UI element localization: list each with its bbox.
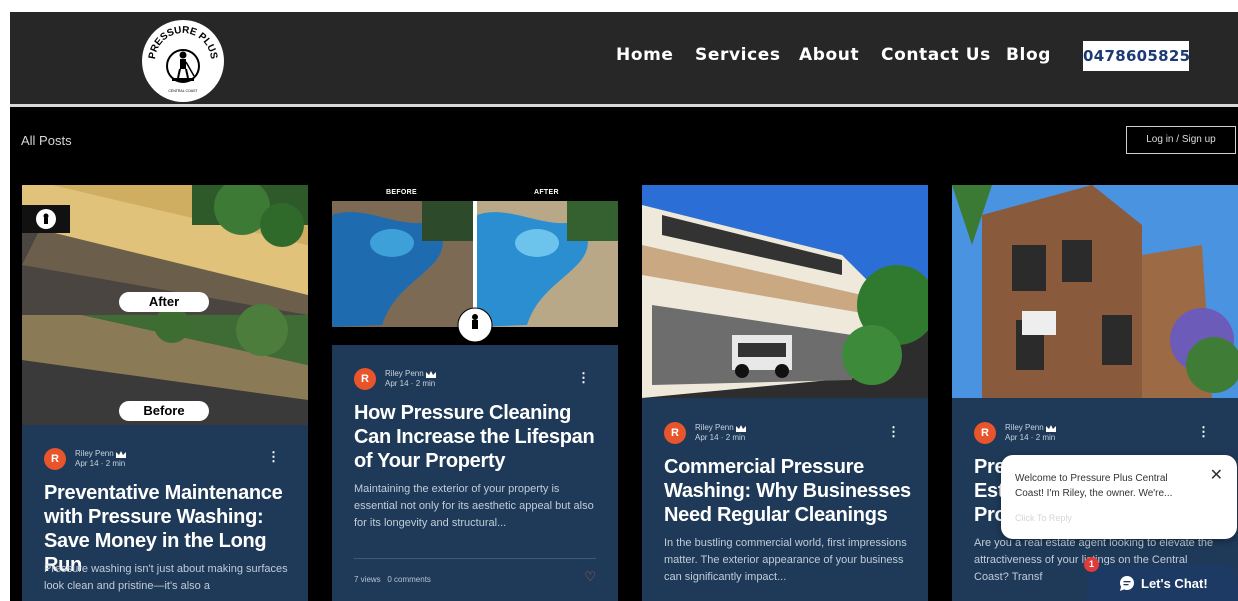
- before-label: BEFORE: [386, 189, 417, 196]
- nav-about-link[interactable]: About: [799, 45, 859, 65]
- author-avatar[interactable]: R: [354, 368, 376, 390]
- site-header: PRESSURE PLUS CENTRAL COAST Home Service…: [10, 12, 1238, 107]
- lets-chat-button[interactable]: Let's Chat!: [1087, 565, 1238, 601]
- more-options-icon[interactable]: ⋮: [267, 450, 280, 463]
- crown-icon: [1045, 424, 1056, 432]
- logo-text-bottom: CENTRAL COAST: [168, 89, 198, 93]
- chat-bubble-icon: [1120, 576, 1134, 591]
- post-excerpt[interactable]: In the bustling commercial world, first …: [664, 535, 912, 586]
- post-excerpt[interactable]: Pressure washing isn't just about making…: [44, 561, 292, 595]
- post-image[interactable]: After Before: [22, 185, 308, 425]
- chat-welcome-popup[interactable]: Welcome to Pressure Plus Central Coast! …: [1001, 455, 1237, 539]
- post-date: Apr 14: [695, 433, 719, 442]
- post-date: Apr 14: [385, 379, 409, 388]
- site-logo[interactable]: PRESSURE PLUS CENTRAL COAST: [142, 20, 224, 102]
- post-excerpt[interactable]: Maintaining the exterior of your propert…: [354, 481, 602, 532]
- like-heart-icon[interactable]: ♡: [584, 569, 596, 585]
- more-options-icon[interactable]: ⋮: [1197, 425, 1210, 438]
- nav-services-link[interactable]: Services: [695, 45, 781, 65]
- nav-contact-link[interactable]: Contact Us: [881, 45, 991, 65]
- post-meta: R Riley Penn Apr 14 · 2 min: [44, 448, 126, 470]
- author-avatar[interactable]: R: [974, 422, 996, 444]
- post-stats: 7 views 0 comments: [354, 575, 431, 584]
- crown-icon: [735, 424, 746, 432]
- more-options-icon[interactable]: ⋮: [887, 425, 900, 438]
- read-time: 2 min: [1035, 433, 1056, 442]
- post-card[interactable]: BEFORE AFTER R Riley Penn Apr 14 · 2 min…: [332, 185, 618, 601]
- post-card[interactable]: R Riley Penn Apr 14 · 2 min ⋮ Commercial…: [642, 185, 928, 601]
- phone-number-button[interactable]: 0478605825: [1083, 41, 1190, 71]
- site-frame: PRESSURE PLUS CENTRAL COAST Home Service…: [10, 12, 1238, 601]
- post-date: Apr 14: [75, 459, 99, 468]
- author-name[interactable]: Riley Penn: [695, 423, 734, 433]
- all-posts-label[interactable]: All Posts: [21, 133, 72, 148]
- view-count: 7 views: [354, 575, 381, 584]
- read-time: 2 min: [725, 433, 746, 442]
- after-label: After: [119, 292, 209, 312]
- nav-home-link[interactable]: Home: [616, 45, 674, 65]
- post-date: Apr 14: [1005, 433, 1029, 442]
- crown-icon: [425, 370, 436, 378]
- post-title[interactable]: How Pressure Cleaning Can Increase the L…: [354, 401, 604, 473]
- nav-item-contact-us[interactable]: Contact Us: [881, 45, 991, 65]
- author-name[interactable]: Riley Penn: [385, 369, 424, 379]
- nav-item-services[interactable]: Services: [695, 45, 781, 65]
- author-name[interactable]: Riley Penn: [1005, 423, 1044, 433]
- post-meta: R Riley Penn Apr 14 · 2 min: [664, 422, 746, 444]
- lets-chat-label[interactable]: Let's Chat!: [1141, 576, 1208, 591]
- crown-icon: [115, 450, 126, 458]
- chat-reply-hint[interactable]: Click To Reply: [1015, 513, 1072, 523]
- post-meta: R Riley Penn Apr 14 · 2 min: [354, 368, 436, 390]
- post-image[interactable]: [952, 185, 1238, 398]
- read-time: 2 min: [415, 379, 436, 388]
- post-meta: R Riley Penn Apr 14 · 2 min: [974, 422, 1056, 444]
- post-image[interactable]: [642, 185, 928, 398]
- read-time: 2 min: [105, 459, 126, 468]
- author-avatar[interactable]: R: [664, 422, 686, 444]
- nav-blog-link[interactable]: Blog: [1006, 45, 1051, 65]
- author-name[interactable]: Riley Penn: [75, 449, 114, 459]
- nav-item-blog[interactable]: Blog: [1006, 45, 1051, 65]
- nav-item-about[interactable]: About: [799, 45, 859, 65]
- login-signup-button[interactable]: Log in / Sign up: [1126, 126, 1236, 154]
- more-options-icon[interactable]: ⋮: [577, 371, 590, 384]
- author-avatar[interactable]: R: [44, 448, 66, 470]
- post-card[interactable]: After Before R Riley Penn Apr 14 · 2 min…: [22, 185, 308, 601]
- chat-notification-badge: 1: [1084, 557, 1099, 572]
- chat-welcome-message[interactable]: Welcome to Pressure Plus Central Coast! …: [1015, 471, 1195, 501]
- nav-item-home[interactable]: Home: [616, 45, 674, 65]
- close-icon[interactable]: ✕: [1210, 465, 1223, 485]
- post-title[interactable]: Commercial Pressure Washing: Why Busines…: [664, 455, 914, 527]
- after-label: AFTER: [534, 189, 559, 196]
- before-label: Before: [119, 401, 209, 421]
- comment-count[interactable]: 0 comments: [387, 575, 431, 584]
- card-divider: [354, 558, 596, 559]
- post-image[interactable]: BEFORE AFTER: [332, 185, 618, 345]
